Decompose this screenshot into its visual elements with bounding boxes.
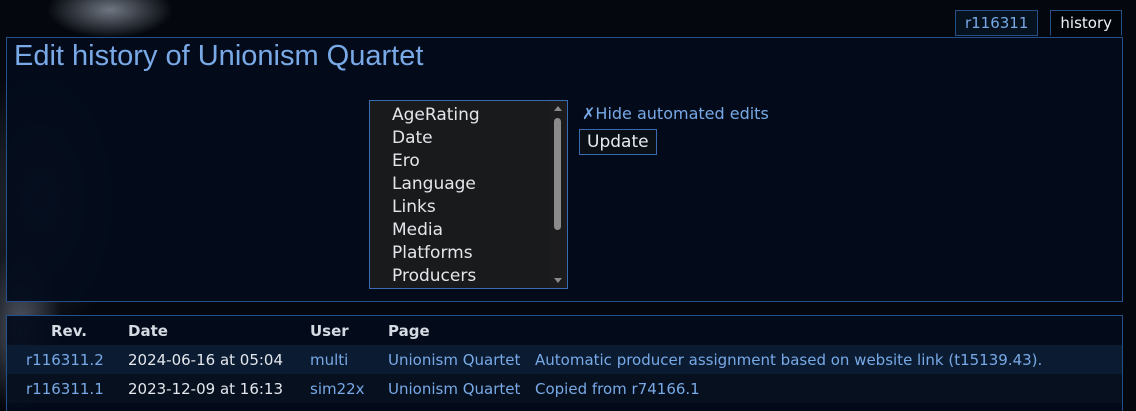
- history-table-container: Rev. Date User Page r116311.2 2024-06-16…: [6, 315, 1123, 411]
- edit-date: 2023-12-09 at 16:13: [128, 374, 310, 403]
- scroll-thumb[interactable]: [554, 118, 561, 230]
- field-filter-listbox[interactable]: AgeRating Date Ero Language Links Media …: [369, 100, 568, 289]
- header-user: User: [310, 321, 349, 340]
- filter-option-date[interactable]: Date: [370, 127, 548, 150]
- history-panel: Edit history of Unionism Quartet AgeRati…: [6, 37, 1123, 302]
- filter-option-agerating[interactable]: AgeRating: [370, 104, 548, 127]
- edit-summary: Copied from r74166.1: [535, 379, 700, 398]
- scroll-down-arrow-icon[interactable]: [554, 278, 562, 283]
- update-button[interactable]: Update: [579, 129, 657, 155]
- edit-date: 2024-06-16 at 05:04: [128, 345, 310, 374]
- revision-link[interactable]: r116311.1: [26, 380, 104, 398]
- tab-revision[interactable]: r116311: [954, 10, 1039, 36]
- header-page: Page: [388, 321, 430, 340]
- filter-option-platforms[interactable]: Platforms: [370, 242, 548, 265]
- tab-history[interactable]: history: [1050, 10, 1122, 36]
- cross-icon: ✗: [582, 104, 596, 123]
- history-table: Rev. Date User Page r116311.2 2024-06-16…: [7, 316, 1122, 403]
- listbox-scrollbar[interactable]: [549, 101, 567, 288]
- header-summary: [535, 316, 1122, 345]
- header-rev: Rev.: [51, 321, 87, 340]
- hide-automated-edits-toggle[interactable]: ✗Hide automated edits: [582, 104, 769, 123]
- table-row: r116311.2 2024-06-16 at 05:04 multi Unio…: [7, 345, 1122, 374]
- field-filter-options: AgeRating Date Ero Language Links Media …: [370, 104, 548, 288]
- user-link[interactable]: multi: [310, 351, 348, 369]
- scroll-up-arrow-icon[interactable]: [554, 106, 562, 111]
- filter-option-links[interactable]: Links: [370, 196, 548, 219]
- page-link[interactable]: Unionism Quartet: [388, 380, 520, 398]
- table-row: r116311.1 2023-12-09 at 16:13 sim22x Uni…: [7, 374, 1122, 403]
- user-link[interactable]: sim22x: [310, 380, 365, 398]
- filter-option-language[interactable]: Language: [370, 173, 548, 196]
- table-header-row: Rev. Date User Page: [7, 316, 1122, 345]
- hide-automated-edits-label: Hide automated edits: [595, 104, 769, 123]
- filter-option-producers[interactable]: Producers: [370, 265, 548, 288]
- header-date: Date: [128, 321, 168, 340]
- page-link[interactable]: Unionism Quartet: [388, 351, 520, 369]
- page-tabs: r116311 history: [954, 10, 1122, 36]
- filter-option-media[interactable]: Media: [370, 219, 548, 242]
- page-title: Edit history of Unionism Quartet: [14, 40, 424, 72]
- revision-link[interactable]: r116311.2: [26, 351, 104, 369]
- filter-option-ero[interactable]: Ero: [370, 150, 548, 173]
- edit-summary: Automatic producer assignment based on w…: [535, 350, 1043, 369]
